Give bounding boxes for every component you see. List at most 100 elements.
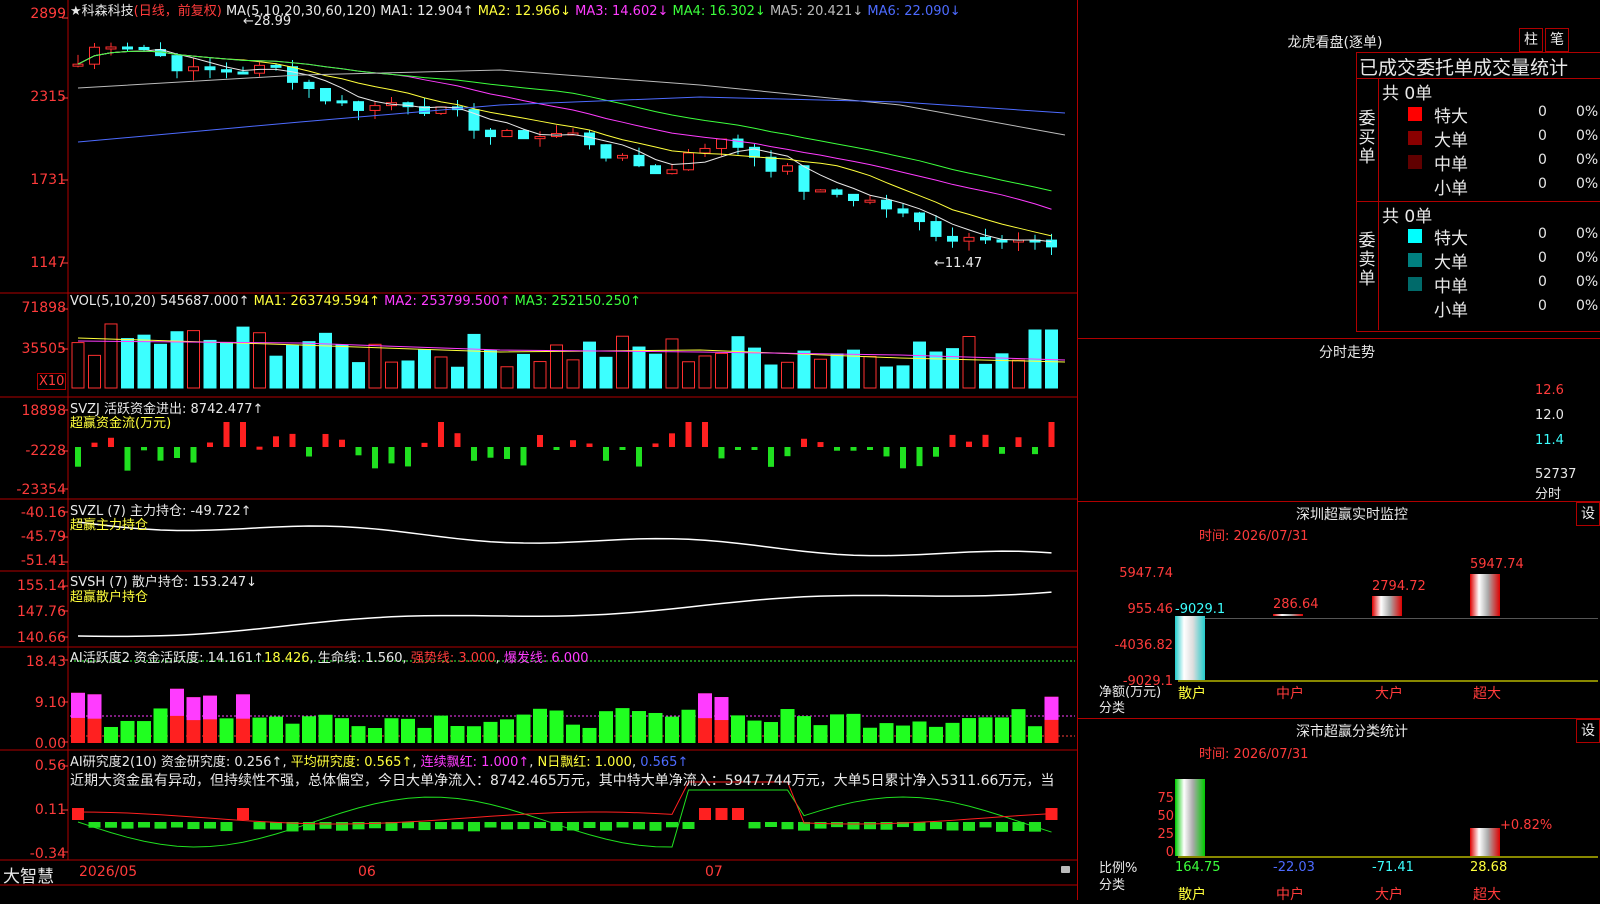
volume-bar [319,332,332,389]
candle-body [501,130,513,138]
volume-bar [929,351,943,389]
buy-row: 小单 0 0% [1408,174,1600,199]
sell-count: 0 [1538,226,1547,242]
sell-count: 0 [1538,250,1547,266]
high-price-marker: ←28.99 [243,14,292,29]
fund-flow-bar [124,447,131,471]
sell-color-swatch [1408,229,1422,243]
volume-bar [863,355,877,389]
buy-orders-label: 委买单 [1358,109,1376,167]
research-bar [418,822,431,831]
intraday-y1: 12.6 [1535,383,1564,398]
sell-pct: 0% [1576,226,1599,242]
sell-color-swatch [1408,253,1422,267]
fund-flow-bar [91,442,98,447]
intraday-chart[interactable] [1077,364,1533,499]
candle-body [864,199,876,203]
brand-logo[interactable]: 大智慧 [3,862,54,887]
sz-class-value-label: 28.68 [1470,860,1508,875]
volume-bar [962,335,976,389]
candle-body [287,66,298,83]
ma1-value: MA1: 12.904↑ [380,4,474,19]
lock-icon[interactable] [1061,866,1070,873]
fund-flow-bar [586,443,593,447]
activity-bar [995,717,1009,743]
kline-chart-area[interactable]: ★科森科技(日线，前复权) MA(5,10,20,30,60,120) MA1:… [0,0,1077,900]
candle-body [72,63,84,67]
sz-class-ytick-2: 50 [1157,809,1174,824]
research-bar [930,822,942,830]
research-bar [105,822,117,828]
activity-bar [483,721,498,743]
ma-line [77,50,1052,237]
svzj-subtitle: 超赢资金流(万元) [70,416,172,431]
intraday-title: 分时走势 [1319,345,1375,361]
candle-body [930,221,942,237]
buy-pct: 0% [1576,152,1599,168]
intraday-vol: 52737 [1535,467,1577,482]
sell-count: 0 [1538,298,1547,314]
vol-title: VOL(5,10,20) [70,294,156,309]
sell-label: 小单 [1434,301,1468,321]
buy-label: 小单 [1434,179,1468,199]
candle-body [996,239,1008,243]
sz-class-annotation: +0.82% [1500,818,1553,833]
volume-bar [830,353,844,389]
fund-flow-bar [504,447,510,459]
buy-count: 0 [1538,128,1547,144]
buy-color-swatch [1408,107,1422,121]
order-stats-header: 已成交委托单成交量统计 [1359,57,1569,79]
tick-view-button[interactable]: 笔 [1545,28,1569,52]
volume-bar [434,356,448,389]
buy-label: 特大 [1434,107,1468,127]
svsh-subtitle: 超赢散户持仓 [70,590,149,605]
candle-body [138,46,150,51]
fund-flow-bar [718,447,725,459]
activity-bar [318,714,333,743]
fund-flow-bar [570,440,576,447]
candle-body [897,208,909,214]
activity-bar [335,718,349,743]
ai-research-comment: 近期大资金虽有异动，但持续性不强，总体偏空，今日大单净流入：8742.465万元… [70,773,1055,789]
volume-bar [814,358,827,389]
candle-body [633,154,645,167]
research-bar [831,822,843,828]
activity-bar [813,725,828,743]
volume-bar [748,347,761,389]
vol-ma3: MA3: 252150.250↑ [514,294,642,309]
candle-body [914,212,925,223]
volume-bar [220,341,233,389]
fund-flow-bar [471,447,477,461]
research-bar [220,822,233,832]
sell-pct: 0% [1576,274,1599,290]
activity-bar [549,710,564,743]
y-tick-air-3: -0.34 [29,846,66,862]
activity-bar [764,722,778,743]
sz-class-axis-cat: 分类 [1099,878,1126,893]
candle-body [188,66,199,72]
activity-bar [929,726,943,743]
fund-flow-bar [1032,447,1038,455]
y-tick-svsh-3: 140.66 [17,630,66,646]
fund-flow-bar [223,422,230,447]
buy-row: 特大 0 0% [1408,102,1600,127]
sz-class-settings-button[interactable]: 设 [1576,719,1600,743]
bar-view-button[interactable]: 柱 [1519,28,1543,52]
activity-bar [533,708,547,743]
sell-pct: 0% [1576,298,1599,314]
research-line-green [77,789,1052,848]
activity-bar [879,723,894,743]
svzl-subtitle: 超赢主力持仓 [70,518,149,533]
main-holding-line [77,521,1052,557]
sz-monitor-ytick-1: 5947.74 [1119,566,1173,581]
activity-bar [467,726,481,743]
activity-bar [269,716,283,743]
activity-bar [137,721,151,743]
period-label[interactable]: (日线，前复权) [134,4,222,19]
research-bar [765,822,777,828]
candle-body [353,101,364,111]
sz-monitor-settings-button[interactable]: 设 [1576,502,1600,526]
research-bar [781,822,794,830]
candle-body [831,189,843,195]
stock-title[interactable]: ★科森科技 [70,4,134,19]
